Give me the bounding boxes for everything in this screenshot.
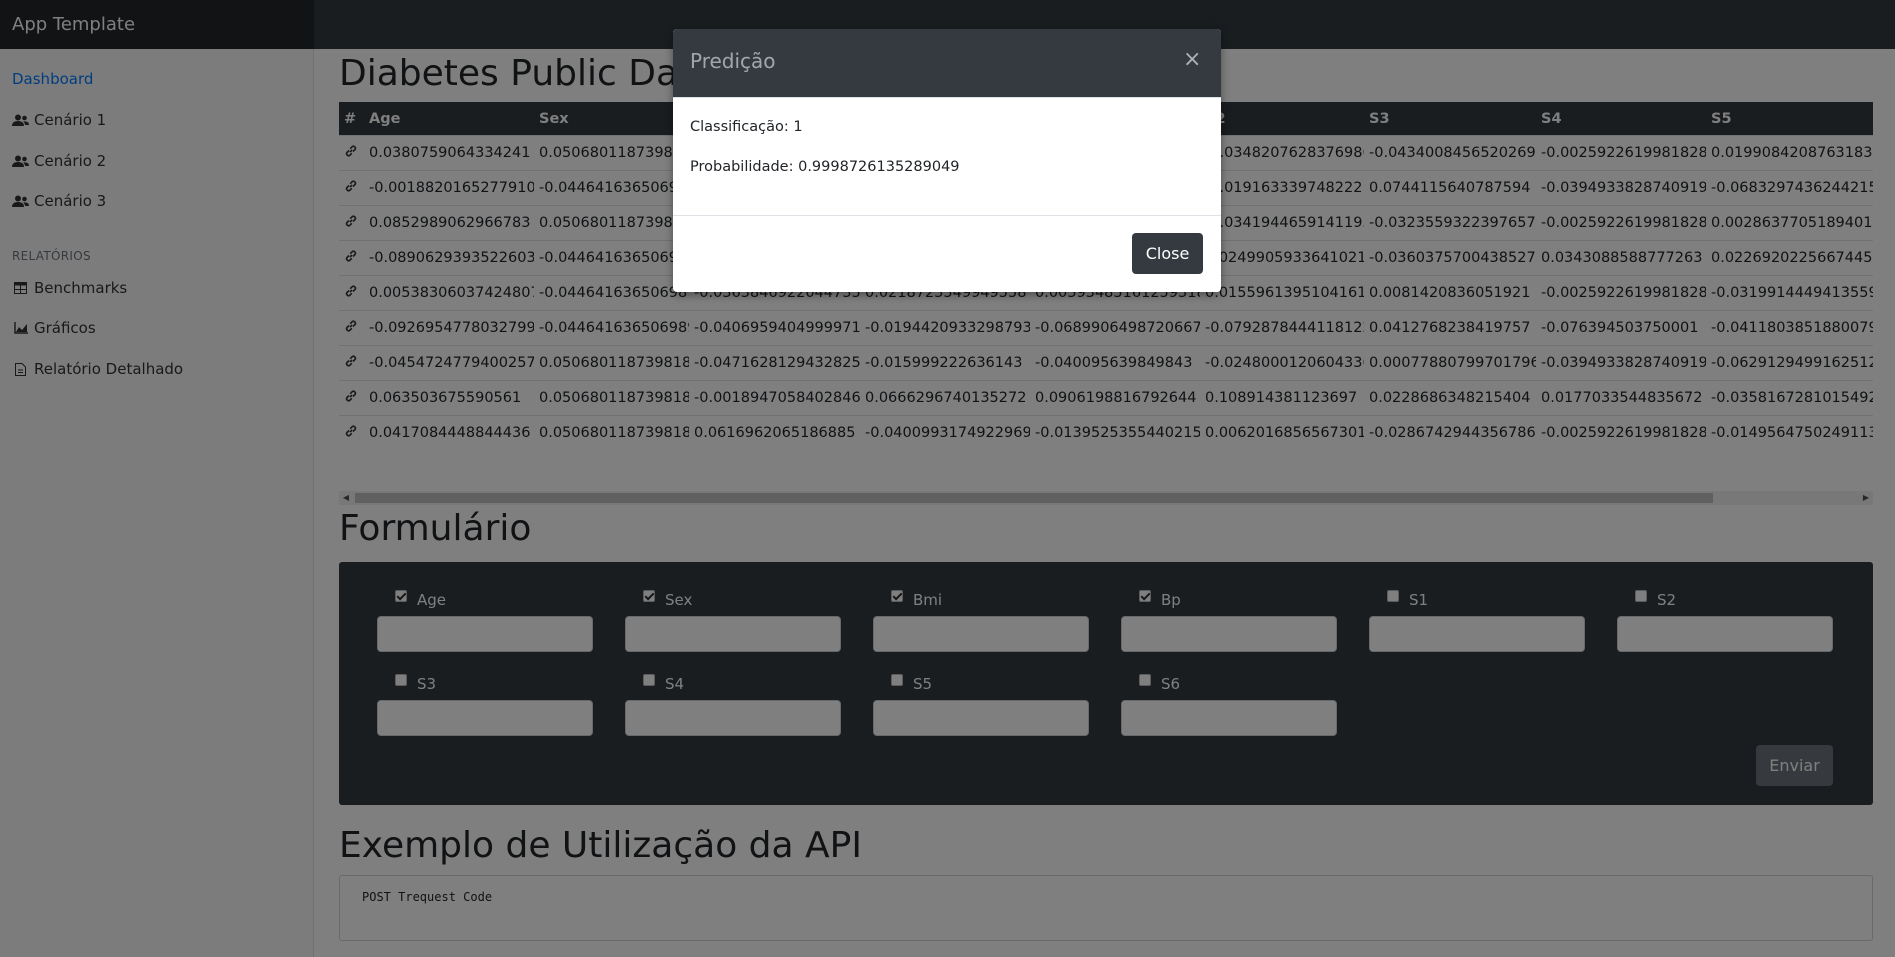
modal-footer: Close — [673, 215, 1221, 292]
classification-text: Classificação: 1 — [690, 119, 803, 135]
modal-header: Predição × — [673, 29, 1221, 98]
close-icon[interactable]: × — [1183, 49, 1201, 71]
modal-title: Predição — [690, 49, 776, 73]
probability-text: Probabilidade: 0.9998726135289049 — [690, 159, 960, 175]
close-button[interactable]: Close — [1132, 233, 1203, 274]
prediction-modal: Predição × Classificação: 1 Probabilidad… — [673, 29, 1221, 292]
